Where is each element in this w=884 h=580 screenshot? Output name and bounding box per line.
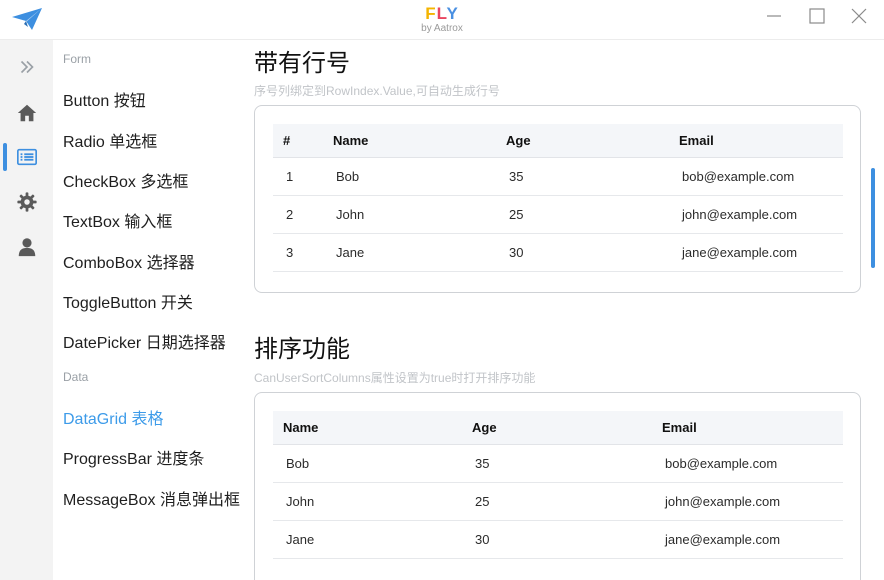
cell-age: 25 bbox=[509, 207, 524, 222]
nav-item-checkbox[interactable]: CheckBox 多选框 bbox=[63, 168, 188, 192]
column-header-email[interactable]: Email bbox=[662, 411, 697, 444]
cell-name: Jane bbox=[286, 532, 315, 547]
column-header-age[interactable]: Age bbox=[506, 124, 531, 157]
datagrid-card-row-number: # Name Age Email 1 Bob 35 bob@example.co… bbox=[254, 105, 861, 293]
column-header-index[interactable]: # bbox=[283, 124, 290, 157]
cell-age: 35 bbox=[509, 169, 524, 184]
cell-index: 3 bbox=[286, 245, 294, 260]
column-header-email[interactable]: Email bbox=[679, 124, 714, 157]
nav-item-combobox[interactable]: ComboBox 选择器 bbox=[63, 249, 195, 273]
title-bar: FLY by Aatrox bbox=[0, 0, 884, 40]
cell-index: 1 bbox=[286, 169, 294, 184]
app-subtitle: by Aatrox bbox=[421, 23, 463, 34]
nav-item-button[interactable]: Button 按钮 bbox=[63, 87, 146, 111]
cell-age: 30 bbox=[509, 245, 524, 260]
nav-item-togglebutton[interactable]: ToggleButton 开关 bbox=[63, 289, 193, 313]
table-row[interactable]: John 25 john@example.com bbox=[273, 483, 843, 521]
close-icon bbox=[851, 8, 867, 24]
nav-group-form: Form bbox=[63, 52, 91, 66]
list-icon bbox=[16, 148, 37, 166]
cell-age: 30 bbox=[475, 532, 490, 547]
vertical-scrollbar-thumb[interactable] bbox=[871, 168, 875, 268]
datagrid-row-number: # Name Age Email 1 Bob 35 bob@example.co… bbox=[273, 124, 843, 272]
expand-menu-button[interactable] bbox=[0, 49, 53, 85]
main-content: 带有行号 序号列绑定到RowIndex.Value,可自动生成行号 # Name… bbox=[254, 40, 868, 580]
cell-email: jane@example.com bbox=[665, 532, 781, 547]
cell-email: bob@example.com bbox=[665, 456, 778, 471]
icon-rail bbox=[0, 40, 53, 580]
cell-name: Jane bbox=[336, 245, 365, 260]
cell-email: bob@example.com bbox=[682, 169, 795, 184]
table-row[interactable]: Jane 30 jane@example.com bbox=[273, 521, 843, 559]
app-brand: FLY by Aatrox bbox=[0, 4, 884, 35]
nav-item-radio[interactable]: Radio 单选框 bbox=[63, 128, 157, 152]
datagrid-card-sorting: Name Age Email Bob 35 bob@example.com Jo… bbox=[254, 392, 861, 580]
section-title-sorting: 排序功能 bbox=[254, 336, 350, 363]
rail-home-button[interactable] bbox=[0, 95, 53, 131]
datagrid-header: Name Age Email bbox=[273, 411, 843, 445]
home-icon bbox=[17, 104, 36, 122]
cell-age: 25 bbox=[475, 494, 490, 509]
minimize-button[interactable] bbox=[760, 6, 788, 26]
nav-item-datepicker[interactable]: DatePicker 日期选择器 bbox=[63, 329, 226, 353]
section-desc-row-number: 序号列绑定到RowIndex.Value,可自动生成行号 bbox=[254, 84, 500, 98]
close-button[interactable] bbox=[845, 6, 873, 26]
rail-user-button[interactable] bbox=[0, 229, 53, 265]
column-header-name[interactable]: Name bbox=[283, 411, 318, 444]
nav-group-data: Data bbox=[63, 370, 89, 384]
cell-email: jane@example.com bbox=[682, 245, 798, 260]
cell-index: 2 bbox=[286, 207, 294, 222]
nav-item-textbox[interactable]: TextBox 输入框 bbox=[63, 208, 172, 232]
cell-email: john@example.com bbox=[682, 207, 798, 222]
table-row[interactable]: 3 Jane 30 jane@example.com bbox=[273, 234, 843, 272]
maximize-button[interactable] bbox=[803, 6, 831, 26]
maximize-icon bbox=[809, 8, 825, 24]
table-row[interactable]: Bob 35 bob@example.com bbox=[273, 445, 843, 483]
table-row[interactable]: 1 Bob 35 bob@example.com bbox=[273, 158, 843, 196]
section-desc-sorting: CanUserSortColumns属性设置为true时打开排序功能 bbox=[254, 371, 536, 385]
section-title-row-number: 带有行号 bbox=[254, 50, 350, 77]
gear-icon bbox=[16, 192, 37, 212]
rail-list-button[interactable] bbox=[0, 139, 53, 175]
app-title: FLY bbox=[425, 4, 459, 23]
cell-name: John bbox=[286, 494, 315, 509]
cell-name: Bob bbox=[286, 456, 310, 471]
minimize-icon bbox=[767, 15, 781, 17]
cell-age: 35 bbox=[475, 456, 490, 471]
cell-email: john@example.com bbox=[665, 494, 781, 509]
nav-list: Form Button 按钮 Radio 单选框 CheckBox 多选框 Te… bbox=[53, 40, 249, 580]
table-row[interactable]: 2 John 25 john@example.com bbox=[273, 196, 843, 234]
cell-name: John bbox=[336, 207, 365, 222]
rail-settings-button[interactable] bbox=[0, 184, 53, 220]
nav-item-progressbar[interactable]: ProgressBar 进度条 bbox=[63, 445, 204, 469]
nav-item-datagrid[interactable]: DataGrid 表格 bbox=[63, 405, 163, 429]
datagrid-header: # Name Age Email bbox=[273, 124, 843, 158]
user-icon bbox=[18, 238, 35, 257]
datagrid-sorting: Name Age Email Bob 35 bob@example.com Jo… bbox=[273, 411, 843, 559]
nav-item-messagebox[interactable]: MessageBox 消息弹出框 bbox=[63, 486, 240, 510]
chevron-double-right-icon bbox=[20, 60, 34, 74]
column-header-age[interactable]: Age bbox=[472, 411, 497, 444]
cell-name: Bob bbox=[336, 169, 360, 184]
column-header-name[interactable]: Name bbox=[333, 124, 368, 157]
